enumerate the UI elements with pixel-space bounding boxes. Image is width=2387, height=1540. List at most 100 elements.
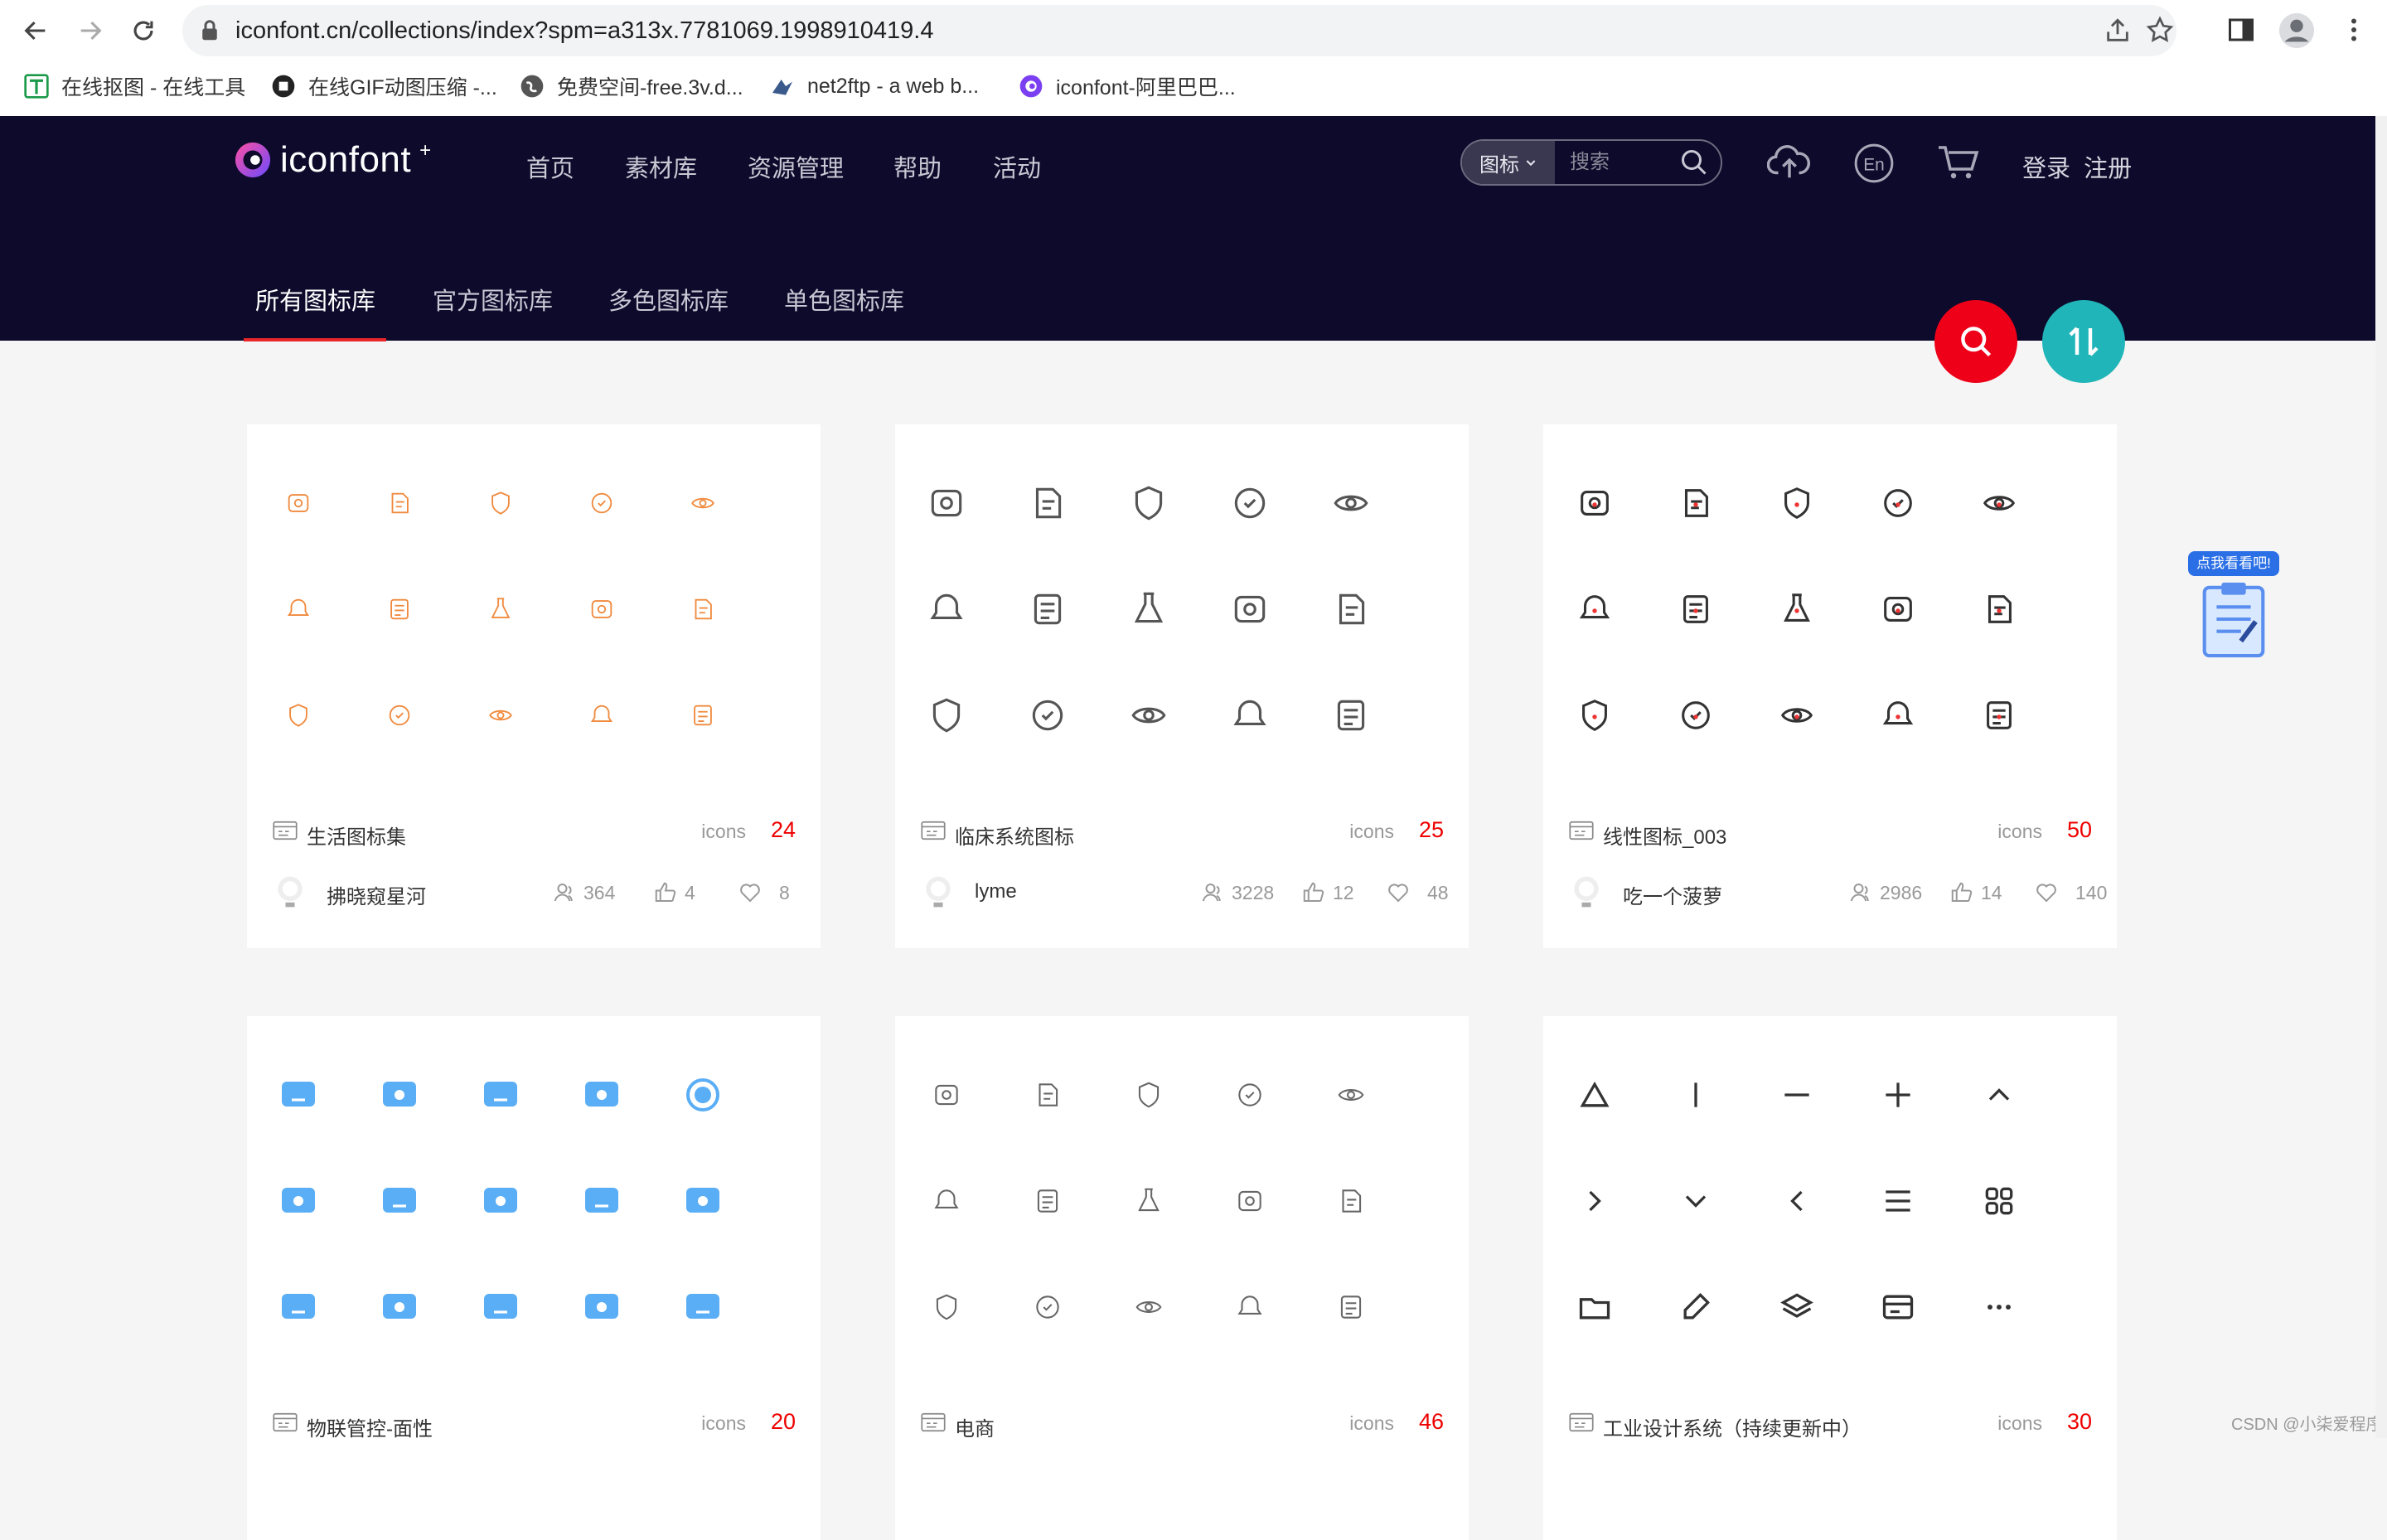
stethoscope-icon[interactable] <box>1225 584 1275 634</box>
ai-icon[interactable] <box>1023 1176 1072 1226</box>
likes-stat[interactable]: 14 <box>1949 880 2002 905</box>
signboard-icon[interactable] <box>678 690 728 740</box>
chevron-left-icon[interactable] <box>1772 1176 1822 1226</box>
triangle-icon[interactable] <box>1570 1070 1620 1120</box>
crown-icon[interactable] <box>1873 690 1923 740</box>
more-menu-icon[interactable] <box>2339 15 2369 45</box>
search-box[interactable]: 图标 搜索 <box>1460 139 1722 186</box>
avatar[interactable] <box>1568 874 1605 910</box>
chevron-down-icon[interactable] <box>1671 1176 1721 1226</box>
profile-avatar-icon[interactable] <box>2278 12 2316 50</box>
card-icon[interactable] <box>1671 584 1721 634</box>
tag-icon[interactable] <box>1873 478 1923 528</box>
promo-widget[interactable]: 点我看看吧! <box>2188 551 2279 667</box>
truck-icon[interactable] <box>1023 1070 1072 1120</box>
floating-sort-button[interactable] <box>2042 300 2125 383</box>
presentation-icon[interactable] <box>577 1176 627 1226</box>
minus-icon[interactable] <box>1772 1070 1822 1120</box>
likes-stat[interactable]: 12 <box>1301 880 1354 905</box>
coupon-icon[interactable] <box>1124 1176 1174 1226</box>
search-icon[interactable] <box>1679 148 1709 177</box>
reload-button[interactable] <box>121 8 166 53</box>
document-icon[interactable] <box>1124 478 1174 528</box>
favs-stat[interactable]: 48 <box>1386 880 1449 905</box>
search-input[interactable]: 搜索 <box>1570 141 1610 184</box>
nav-activities[interactable]: 活动 <box>993 149 1041 184</box>
archive-icon[interactable] <box>476 1070 525 1120</box>
chart-icon[interactable] <box>1225 1070 1275 1120</box>
compass-icon[interactable] <box>1570 584 1620 634</box>
card-title[interactable]: 物联管控-面性 <box>307 1412 433 1441</box>
nav-home[interactable]: 首页 <box>526 149 574 184</box>
card-title[interactable]: 临床系统图标 <box>955 821 1074 850</box>
scalpel-icon[interactable] <box>1023 584 1072 634</box>
bicycle-icon[interactable] <box>678 478 728 528</box>
card-title[interactable]: 工业设计系统（持续更新中） <box>1603 1412 1862 1441</box>
language-icon[interactable]: En <box>1853 143 1895 184</box>
nav-materials[interactable]: 素材库 <box>625 149 697 184</box>
card-title[interactable]: 电商 <box>955 1412 995 1441</box>
video-icon[interactable] <box>577 1070 627 1120</box>
divider-vertical-icon[interactable] <box>1671 1070 1721 1120</box>
url-text[interactable]: iconfont.cn/collections/index?spm=a313x.… <box>235 5 933 56</box>
address-bar[interactable]: iconfont.cn/collections/index?spm=a313x.… <box>182 5 2176 56</box>
id-card-icon[interactable] <box>1671 690 1721 740</box>
bookmark-item[interactable]: 免费空间-free.3v.d... <box>519 66 743 106</box>
gift-icon[interactable] <box>1124 1070 1174 1120</box>
favs-stat[interactable]: 140 <box>2034 880 2107 905</box>
download-box-icon[interactable] <box>375 1176 424 1226</box>
more-icon[interactable] <box>1974 1282 2024 1332</box>
chart-calendar-icon[interactable] <box>1023 478 1072 528</box>
store-icon[interactable] <box>1225 1176 1275 1226</box>
register-link[interactable]: 注册 <box>2084 156 2132 182</box>
tv-icon[interactable] <box>678 1282 728 1332</box>
avatar[interactable] <box>920 874 956 910</box>
flower-icon[interactable] <box>476 690 525 740</box>
author-name[interactable]: 吃一个菠萝 <box>1623 880 1722 909</box>
bookmark-item[interactable]: net2ftp - a web b... <box>769 66 979 106</box>
list-card-icon[interactable] <box>375 1282 424 1332</box>
pencil-icon[interactable] <box>1671 1282 1721 1332</box>
radio-icon[interactable] <box>476 584 525 634</box>
collection-card[interactable]: 物联管控-面性 icons 20 <box>247 1016 821 1540</box>
search-type-select[interactable]: 图标 <box>1462 141 1555 184</box>
forward-button[interactable] <box>68 8 113 53</box>
navigation-icon[interactable] <box>1570 690 1620 740</box>
share-icon[interactable] <box>2104 17 2132 45</box>
card-icon[interactable] <box>1873 1282 1923 1332</box>
shield-icon[interactable] <box>1772 478 1822 528</box>
login-link[interactable]: 登录 <box>2022 156 2070 182</box>
bookmark-item[interactable]: iconfont-阿里巴巴... <box>1018 66 1236 106</box>
display-icon[interactable] <box>577 1282 627 1332</box>
collection-card[interactable]: 电商 icons 46 <box>895 1016 1469 1540</box>
grid-icon[interactable] <box>1974 1176 2024 1226</box>
collection-card[interactable]: 生活图标集 icons 24 拂晓窥星河 364 4 8 <box>247 424 821 948</box>
medicine-bottle-icon[interactable] <box>1124 690 1174 740</box>
wallet-icon[interactable] <box>922 1070 971 1120</box>
monitor-icon[interactable] <box>274 1070 323 1120</box>
nav-resources[interactable]: 资源管理 <box>748 149 844 184</box>
cart-icon[interactable] <box>1936 143 1981 182</box>
home-star-icon[interactable] <box>1124 1282 1174 1332</box>
microscope-icon[interactable] <box>922 478 971 528</box>
plus-icon[interactable] <box>1873 1070 1923 1120</box>
medical-bag-icon[interactable] <box>1225 478 1275 528</box>
thumb-icon[interactable] <box>1023 1282 1072 1332</box>
boat-icon[interactable] <box>476 478 525 528</box>
schedule-icon[interactable] <box>922 690 971 740</box>
balloon-icon[interactable] <box>678 584 728 634</box>
music-icon[interactable] <box>922 1176 971 1226</box>
folder-icon[interactable] <box>1570 1282 1620 1332</box>
home-icon[interactable] <box>1225 1282 1275 1332</box>
bell-icon[interactable] <box>1124 584 1174 634</box>
edit-icon[interactable] <box>1671 478 1721 528</box>
nav-help[interactable]: 帮助 <box>893 149 942 184</box>
headset-icon[interactable] <box>1772 690 1822 740</box>
projector-icon[interactable] <box>476 1282 525 1332</box>
tab-multicolor-libraries[interactable]: 多色图标库 <box>608 282 729 317</box>
target-icon[interactable] <box>678 1070 728 1120</box>
tab-all-libraries[interactable]: 所有图标库 <box>255 282 375 317</box>
floating-search-button[interactable] <box>1934 300 2017 383</box>
bill-icon[interactable] <box>1873 584 1923 634</box>
search-icon[interactable] <box>1974 584 2024 634</box>
